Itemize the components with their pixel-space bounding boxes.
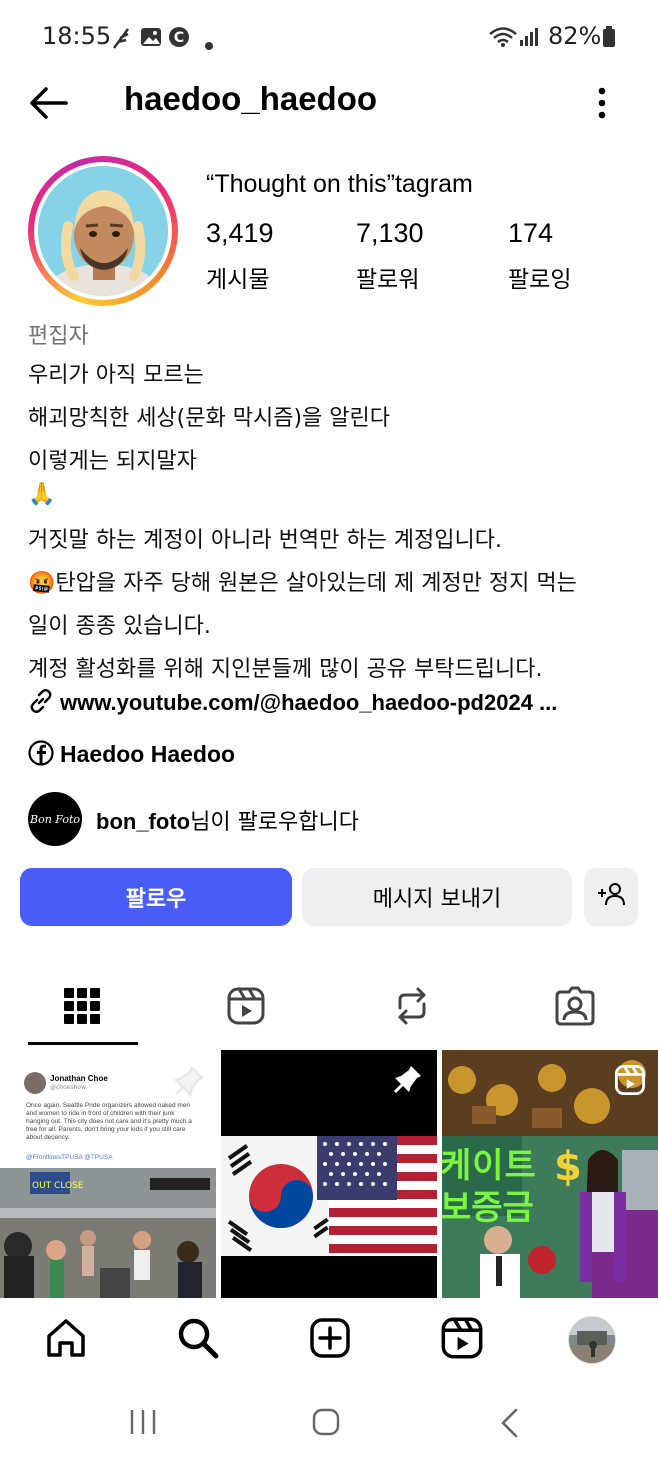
avatar-image (38, 166, 168, 296)
followers-label[interactable]: 팔로워 (356, 260, 419, 294)
system-back-icon[interactable] (498, 1408, 522, 1442)
bio-line: 거짓말 하는 계정이 아니라 번역만 하는 계정입니다. (28, 528, 502, 553)
grid-post[interactable] (221, 1050, 437, 1298)
grid-icon (56, 988, 108, 1032)
mutual-follower-username[interactable]: bon_foto (96, 809, 190, 834)
c-icon: C (168, 26, 190, 53)
follow-button[interactable]: 팔로우 (20, 868, 292, 926)
battery-percent: 82% (548, 22, 602, 50)
reels-icon (440, 1317, 484, 1364)
link-icon (28, 688, 54, 720)
pin-icon (172, 1064, 206, 1102)
bio-line: 이렇게는 되지말자 (28, 449, 197, 474)
header-username: haedoo_haedoo (124, 80, 378, 117)
active-tab-indicator (28, 1042, 138, 1045)
svg-text:OUT CLOSE: OUT CLOSE (32, 1181, 84, 1191)
mutual-follower-suffix: 님이 팔로우합니다 (190, 810, 360, 835)
bio-line: 🤬탄압을 자주 당해 원본은 살아있는데 제 계정만 정지 먹는 (28, 571, 577, 596)
tweet-tags: @FrontlinesTPUSA @TPUSA (26, 1154, 113, 1161)
back-arrow-icon[interactable] (26, 78, 76, 128)
profile-display-name: “Thought on this”tagram (206, 170, 473, 198)
profile-category: 편집자 (28, 324, 89, 349)
notification-dot-icon (204, 32, 214, 56)
facebook-link[interactable]: Haedoo Haedoo (28, 740, 235, 772)
tweet-text: Once again, Seattle Pride organizers all… (26, 1102, 192, 1141)
nav-home[interactable] (44, 1316, 88, 1364)
system-navigation-bar (0, 1382, 658, 1462)
tab-reposts[interactable] (392, 986, 432, 1030)
tweet-handle: @choeshow (50, 1084, 86, 1091)
status-time: 18:55 (42, 22, 112, 50)
tweet-author: Jonathan Choe (50, 1074, 108, 1083)
posts-label[interactable]: 게시물 (206, 260, 269, 294)
tab-reels[interactable] (226, 986, 266, 1030)
svg-text:C: C (174, 30, 184, 46)
tweet-avatar (24, 1072, 46, 1094)
nav-profile[interactable] (568, 1316, 616, 1364)
add-person-icon (596, 881, 626, 913)
tab-tagged[interactable] (554, 986, 596, 1030)
home-button-icon[interactable] (312, 1408, 340, 1440)
pin-icon (391, 1062, 425, 1100)
suggest-users-button[interactable] (584, 868, 638, 926)
bottom-navigation (0, 1298, 658, 1382)
reels-badge-icon (614, 1064, 646, 1100)
following-label[interactable]: 팔로잉 (508, 260, 571, 294)
recent-apps-icon[interactable] (128, 1408, 158, 1440)
bio-line: 일이 종종 있습니다. (28, 614, 211, 639)
feather-icon (110, 26, 132, 55)
create-icon (308, 1318, 352, 1364)
image-icon (140, 26, 162, 53)
home-icon (44, 1319, 88, 1364)
parade-photo: OUT CLOSE (0, 1168, 216, 1298)
followers-count[interactable]: 7,130 (356, 218, 424, 249)
following-count[interactable]: 174 (508, 218, 553, 249)
bio-line: 해괴망칙한 세상(문화 막시즘)을 알린다 (28, 406, 390, 431)
nav-create[interactable] (308, 1316, 352, 1364)
reel-caption-bottom: 보증금 (442, 1188, 534, 1228)
reels-icon (226, 987, 266, 1030)
posts-count[interactable]: 3,419 (206, 218, 274, 249)
tab-grid[interactable] (56, 984, 108, 1032)
message-button[interactable]: 메시지 보내기 (302, 868, 572, 926)
tagged-icon (554, 986, 596, 1030)
profile-avatar[interactable] (28, 156, 178, 306)
search-icon (176, 1318, 220, 1364)
grid-post[interactable]: Jonathan Choe @choeshow Once again, Seat… (0, 1050, 216, 1298)
nav-search[interactable] (176, 1316, 220, 1364)
link-text[interactable]: www.youtube.com/@haedoo_haedoo-pd2024 ..… (60, 690, 557, 715)
more-options-icon[interactable] (588, 84, 616, 124)
status-bar: 18:55 C 82% (0, 0, 658, 72)
profile-avatar-thumbnail (569, 1317, 615, 1363)
facebook-name[interactable]: Haedoo Haedoo (60, 741, 235, 767)
bio-line: 🙏 (28, 482, 56, 507)
mutual-follower-text[interactable]: bon_foto님이 팔로우합니다 (96, 804, 359, 836)
profile-link[interactable]: www.youtube.com/@haedoo_haedoo-pd2024 ..… (28, 688, 557, 720)
battery-icon (602, 26, 616, 52)
reposts-icon (392, 987, 432, 1030)
svg-text:$: $ (554, 1144, 582, 1190)
bio-line: 계정 활성화를 위해 지인분들께 많이 공유 부탁드립니다. (28, 657, 543, 682)
facebook-icon (28, 740, 54, 772)
grid-post[interactable]: $ 케이트 보증금 (442, 1050, 658, 1298)
mutual-follower-avatar[interactable]: Bon Foto (28, 792, 82, 846)
wifi-icon (488, 26, 518, 52)
bio-line: 우리가 아직 모르는 (28, 363, 204, 388)
nav-reels[interactable] (440, 1316, 484, 1364)
signal-icon (518, 26, 540, 52)
